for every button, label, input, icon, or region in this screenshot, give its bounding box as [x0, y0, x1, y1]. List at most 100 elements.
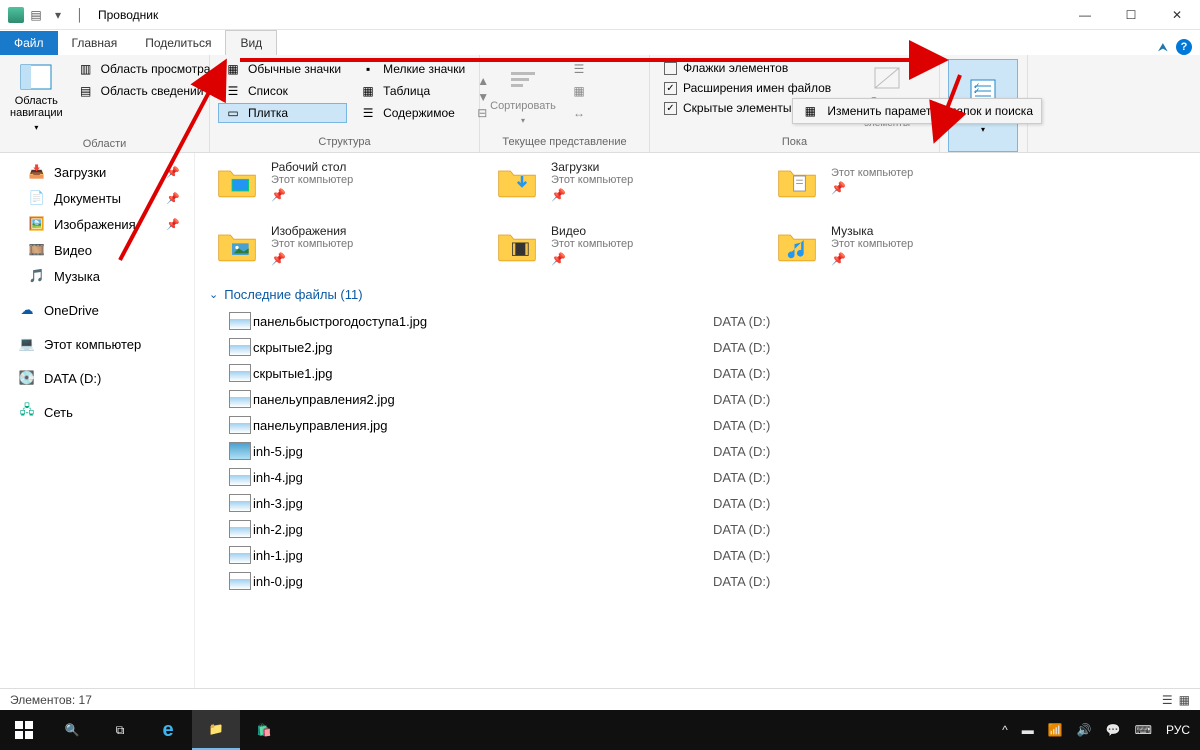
explorer-icon: [8, 7, 24, 23]
help-button[interactable]: ?: [1176, 39, 1192, 55]
file-name: inh-2.jpg: [253, 522, 713, 537]
keyboard-icon[interactable]: ⌨: [1135, 723, 1152, 737]
chevron-down-icon: ▾: [521, 116, 525, 125]
edge-button[interactable]: e: [144, 710, 192, 750]
wifi-icon[interactable]: 📶: [1048, 723, 1063, 737]
layout-group-label: Структура: [218, 134, 471, 152]
qat-newfolder-icon[interactable]: ▾: [50, 7, 66, 23]
options-menu-item[interactable]: Изменить параметры папок и поиска: [827, 104, 1033, 118]
sidebar-network[interactable]: 🖧Сеть: [0, 399, 194, 425]
titlebar: ▤ ▾ │ Проводник — ☐ ✕: [0, 0, 1200, 30]
sidebar-datad[interactable]: 💽DATA (D:): [0, 365, 194, 391]
file-location: DATA (D:): [713, 418, 770, 433]
actioncenter-icon[interactable]: 💬: [1106, 723, 1121, 737]
tile-name: Изображения: [271, 224, 353, 238]
file-name: inh-3.jpg: [253, 496, 713, 511]
file-name: скрытые1.jpg: [253, 366, 713, 381]
details-pane-button[interactable]: ▤Область сведений: [71, 81, 217, 101]
sidebar-pictures[interactable]: 🖼️Изображения📌: [0, 211, 194, 237]
close-button[interactable]: ✕: [1154, 0, 1200, 30]
ribbon-tabs: Файл Главная Поделиться Вид ⮝ ?: [0, 30, 1200, 55]
pin-icon: 📌: [831, 181, 913, 195]
tab-view[interactable]: Вид: [225, 30, 277, 56]
folder-tile[interactable]: Рабочий столЭтот компьютер📌: [209, 153, 449, 209]
folder-tile[interactable]: ЗагрузкиЭтот компьютер📌: [489, 153, 729, 209]
store-button[interactable]: 🛍️: [240, 710, 288, 750]
tile-sub: Этот компьютер: [831, 167, 913, 179]
tile-name: Рабочий стол: [271, 160, 353, 174]
folder-tile[interactable]: МузыкаЭтот компьютер📌: [769, 217, 1009, 273]
icons-view-icon[interactable]: ▦: [1179, 693, 1190, 707]
file-location: DATA (D:): [713, 314, 770, 329]
file-name: панельбыстрогодоступа1.jpg: [253, 314, 713, 329]
layout-normal-icons[interactable]: ▦Обычные значки: [218, 59, 347, 79]
file-row[interactable]: inh-5.jpgDATA (D:): [209, 438, 1186, 464]
tray-overflow-icon[interactable]: ^: [1002, 723, 1008, 737]
image-icon: [229, 572, 251, 590]
sidebar-onedrive[interactable]: ☁OneDrive: [0, 297, 194, 323]
qat-properties-icon[interactable]: ▤: [28, 7, 44, 23]
taskview-button[interactable]: ⧉: [96, 710, 144, 750]
explorer-taskbar-button[interactable]: 📁: [192, 710, 240, 750]
pin-icon: 📌: [271, 188, 353, 202]
addcolumn-button[interactable]: ▦: [564, 81, 594, 101]
minimize-ribbon-icon[interactable]: ⮝: [1158, 40, 1168, 55]
navigation-pane-button[interactable]: Область навигации ▾: [8, 59, 65, 136]
folder-tile[interactable]: ВидеоЭтот компьютер📌: [489, 217, 729, 273]
maximize-button[interactable]: ☐: [1108, 0, 1154, 30]
layout-list[interactable]: ☰Список: [218, 81, 347, 101]
tile-sub: Этот компьютер: [831, 238, 913, 250]
minimize-button[interactable]: —: [1062, 0, 1108, 30]
folder-tile[interactable]: ИзображенияЭтот компьютер📌: [209, 217, 449, 273]
search-button[interactable]: 🔍: [48, 710, 96, 750]
tab-file[interactable]: Файл: [0, 31, 58, 55]
file-row[interactable]: скрытые2.jpgDATA (D:): [209, 334, 1186, 360]
groupby-button[interactable]: ☰: [564, 59, 594, 79]
nav-pane-label: Область навигации: [10, 95, 63, 119]
start-button[interactable]: [0, 710, 48, 750]
tab-home[interactable]: Главная: [58, 31, 132, 55]
battery-icon[interactable]: ▬: [1022, 723, 1034, 737]
layout-content[interactable]: ☰Содержимое: [353, 103, 471, 123]
item-checkboxes-toggle[interactable]: Флажки элементов: [658, 59, 837, 77]
recent-files-label: Последние файлы (11): [224, 287, 362, 302]
layout-tile[interactable]: ▭Плитка: [218, 103, 347, 123]
options-dropdown[interactable]: ▦ Изменить параметры папок и поиска: [792, 98, 1042, 124]
file-row[interactable]: панельуправления2.jpgDATA (D:): [209, 386, 1186, 412]
file-row[interactable]: панельуправления.jpgDATA (D:): [209, 412, 1186, 438]
file-row[interactable]: inh-1.jpgDATA (D:): [209, 542, 1186, 568]
sidebar-videos[interactable]: 🎞️Видео: [0, 237, 194, 263]
folder-icon: [493, 157, 541, 205]
language-indicator[interactable]: РУС: [1166, 723, 1190, 737]
layout-small-icons[interactable]: ▪Мелкие значки: [353, 59, 471, 79]
file-row[interactable]: панельбыстрогодоступа1.jpgDATA (D:): [209, 308, 1186, 334]
file-name: панельуправления.jpg: [253, 418, 713, 433]
sort-button[interactable]: Сортировать ▾: [488, 59, 558, 134]
sort-label: Сортировать: [490, 100, 556, 112]
recent-files-section[interactable]: ⌄ Последние файлы (11): [209, 287, 1186, 302]
file-name: скрытые2.jpg: [253, 340, 713, 355]
tab-share[interactable]: Поделиться: [131, 31, 225, 55]
file-row[interactable]: скрытые1.jpgDATA (D:): [209, 360, 1186, 386]
sidebar-thispc[interactable]: 💻Этот компьютер: [0, 331, 194, 357]
folder-tile[interactable]: Этот компьютер 📌: [769, 153, 1009, 209]
preview-pane-button[interactable]: ▥Область просмотра: [71, 59, 217, 79]
file-extensions-toggle[interactable]: ✓Расширения имен файлов: [658, 79, 837, 97]
window-title: Проводник: [98, 8, 158, 22]
status-item-count: Элементов: 17: [10, 693, 92, 707]
file-location: DATA (D:): [713, 392, 770, 407]
details-view-icon[interactable]: ☰: [1162, 693, 1173, 707]
layout-table[interactable]: ▦Таблица: [353, 81, 471, 101]
file-row[interactable]: inh-2.jpgDATA (D:): [209, 516, 1186, 542]
sidebar-music[interactable]: 🎵Музыка: [0, 263, 194, 289]
sizecolumns-button[interactable]: ↔: [564, 103, 594, 123]
file-row[interactable]: inh-0.jpgDATA (D:): [209, 568, 1186, 594]
file-row[interactable]: inh-4.jpgDATA (D:): [209, 464, 1186, 490]
image-icon: [229, 364, 251, 382]
volume-icon[interactable]: 🔊: [1077, 723, 1092, 737]
file-row[interactable]: inh-3.jpgDATA (D:): [209, 490, 1186, 516]
sidebar-downloads[interactable]: 📥Загрузки📌: [0, 159, 194, 185]
file-location: DATA (D:): [713, 444, 770, 459]
panes-group-label: Области: [8, 136, 201, 154]
sidebar-documents[interactable]: 📄Документы📌: [0, 185, 194, 211]
